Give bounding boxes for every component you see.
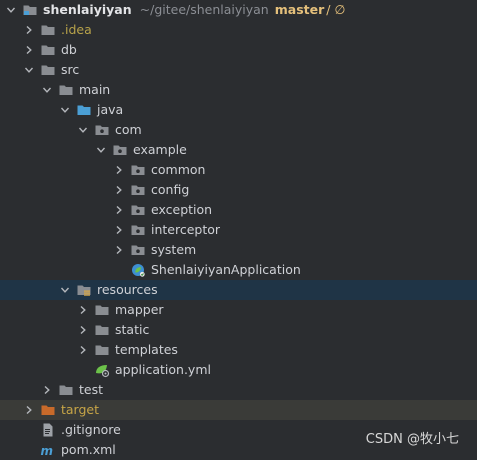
chevron-right-icon[interactable] [22,400,36,420]
tree-row-target[interactable]: target [0,400,477,420]
tree-row-interceptor[interactable]: interceptor [0,220,477,240]
file-label: pom.xml [61,442,116,457]
project-folder-icon [22,2,38,18]
chevron-right-icon[interactable] [76,300,90,320]
package-icon [130,202,146,218]
spring-config-file-icon [94,362,110,378]
tree-row-idea[interactable]: .idea [0,20,477,40]
tree-row-main[interactable]: main [0,80,477,100]
folder-icon [40,42,56,58]
package-label: interceptor [151,222,221,237]
folder-label: src [61,62,80,77]
package-label: example [133,142,187,157]
folder-label: resources [97,282,158,297]
chevron-right-icon[interactable] [76,320,90,340]
tree-row-com[interactable]: com [0,120,477,140]
chevron-right-icon[interactable] [40,380,54,400]
folder-label: static [115,322,150,337]
folder-label: db [61,42,77,57]
git-branch-suffix: / ∅ [326,2,346,17]
package-icon [130,222,146,238]
tree-row-root[interactable]: shenlaiyiyan ~/gitee/shenlaiyiyan master… [0,0,477,20]
tree-row-java[interactable]: java [0,100,477,120]
tree-row-common[interactable]: common [0,160,477,180]
folder-icon [40,22,56,38]
tree-row-test[interactable]: test [0,380,477,400]
chevron-right-icon[interactable] [22,20,36,40]
folder-label: test [79,382,104,397]
package-label: common [151,162,206,177]
tree-row-db[interactable]: db [0,40,477,60]
git-branch: master [274,2,325,17]
folder-label: templates [115,342,178,357]
chevron-right-icon[interactable] [112,220,126,240]
tree-row-example[interactable]: example [0,140,477,160]
tree-row-resources[interactable]: resources [0,280,477,300]
watermark: CSDN @牧小七 [365,432,459,447]
folder-label: .idea [61,22,92,37]
chevron-right-icon[interactable] [76,340,90,360]
project-tree: shenlaiyiyan ~/gitee/shenlaiyiyan master… [0,0,477,460]
tree-row-application-class[interactable]: ShenlaiyiyanApplication [0,260,477,280]
folder-icon [94,302,110,318]
package-label: config [151,182,190,197]
chevron-down-icon[interactable] [58,100,72,120]
project-path: ~/gitee/shenlaiyiyan [139,2,269,17]
project-name: shenlaiyiyan [43,2,132,17]
package-label: exception [151,202,213,217]
chevron-right-icon[interactable] [112,240,126,260]
folder-label: main [79,82,111,97]
file-label: application.yml [115,362,211,377]
folder-label: target [61,402,100,417]
source-folder-icon [76,102,92,118]
tree-row-templates[interactable]: templates [0,340,477,360]
folder-icon [94,342,110,358]
chevron-down-icon[interactable] [58,280,72,300]
class-label: ShenlaiyiyanApplication [151,262,301,277]
tree-row-mapper[interactable]: mapper [0,300,477,320]
package-icon [130,242,146,258]
package-icon [130,182,146,198]
tree-row-config[interactable]: config [0,180,477,200]
maven-icon: m [40,442,56,458]
excluded-folder-icon [40,402,56,418]
chevron-down-icon[interactable] [4,0,18,20]
tree-row-src[interactable]: src [0,60,477,80]
package-label: system [151,242,197,257]
chevron-down-icon[interactable] [22,60,36,80]
tree-row-static[interactable]: static [0,320,477,340]
folder-icon [58,382,74,398]
tree-row-application-yml[interactable]: application.yml [0,360,477,380]
tree-row-exception[interactable]: exception [0,200,477,220]
chevron-down-icon[interactable] [40,80,54,100]
text-file-icon [40,422,56,438]
package-icon [94,122,110,138]
chevron-right-icon[interactable] [112,200,126,220]
folder-label: mapper [115,302,164,317]
tree-row-system[interactable]: system [0,240,477,260]
folder-label: java [97,102,124,117]
folder-icon [58,82,74,98]
spring-boot-class-icon [130,262,146,278]
folder-icon [40,62,56,78]
resources-folder-icon [76,282,92,298]
svg-text:m: m [41,444,54,458]
package-icon [112,142,128,158]
package-icon [130,162,146,178]
folder-icon [94,322,110,338]
chevron-down-icon[interactable] [76,120,90,140]
chevron-right-icon[interactable] [22,40,36,60]
chevron-right-icon[interactable] [112,180,126,200]
file-label: .gitignore [61,422,121,437]
package-label: com [115,122,142,137]
chevron-down-icon[interactable] [94,140,108,160]
chevron-right-icon[interactable] [112,160,126,180]
